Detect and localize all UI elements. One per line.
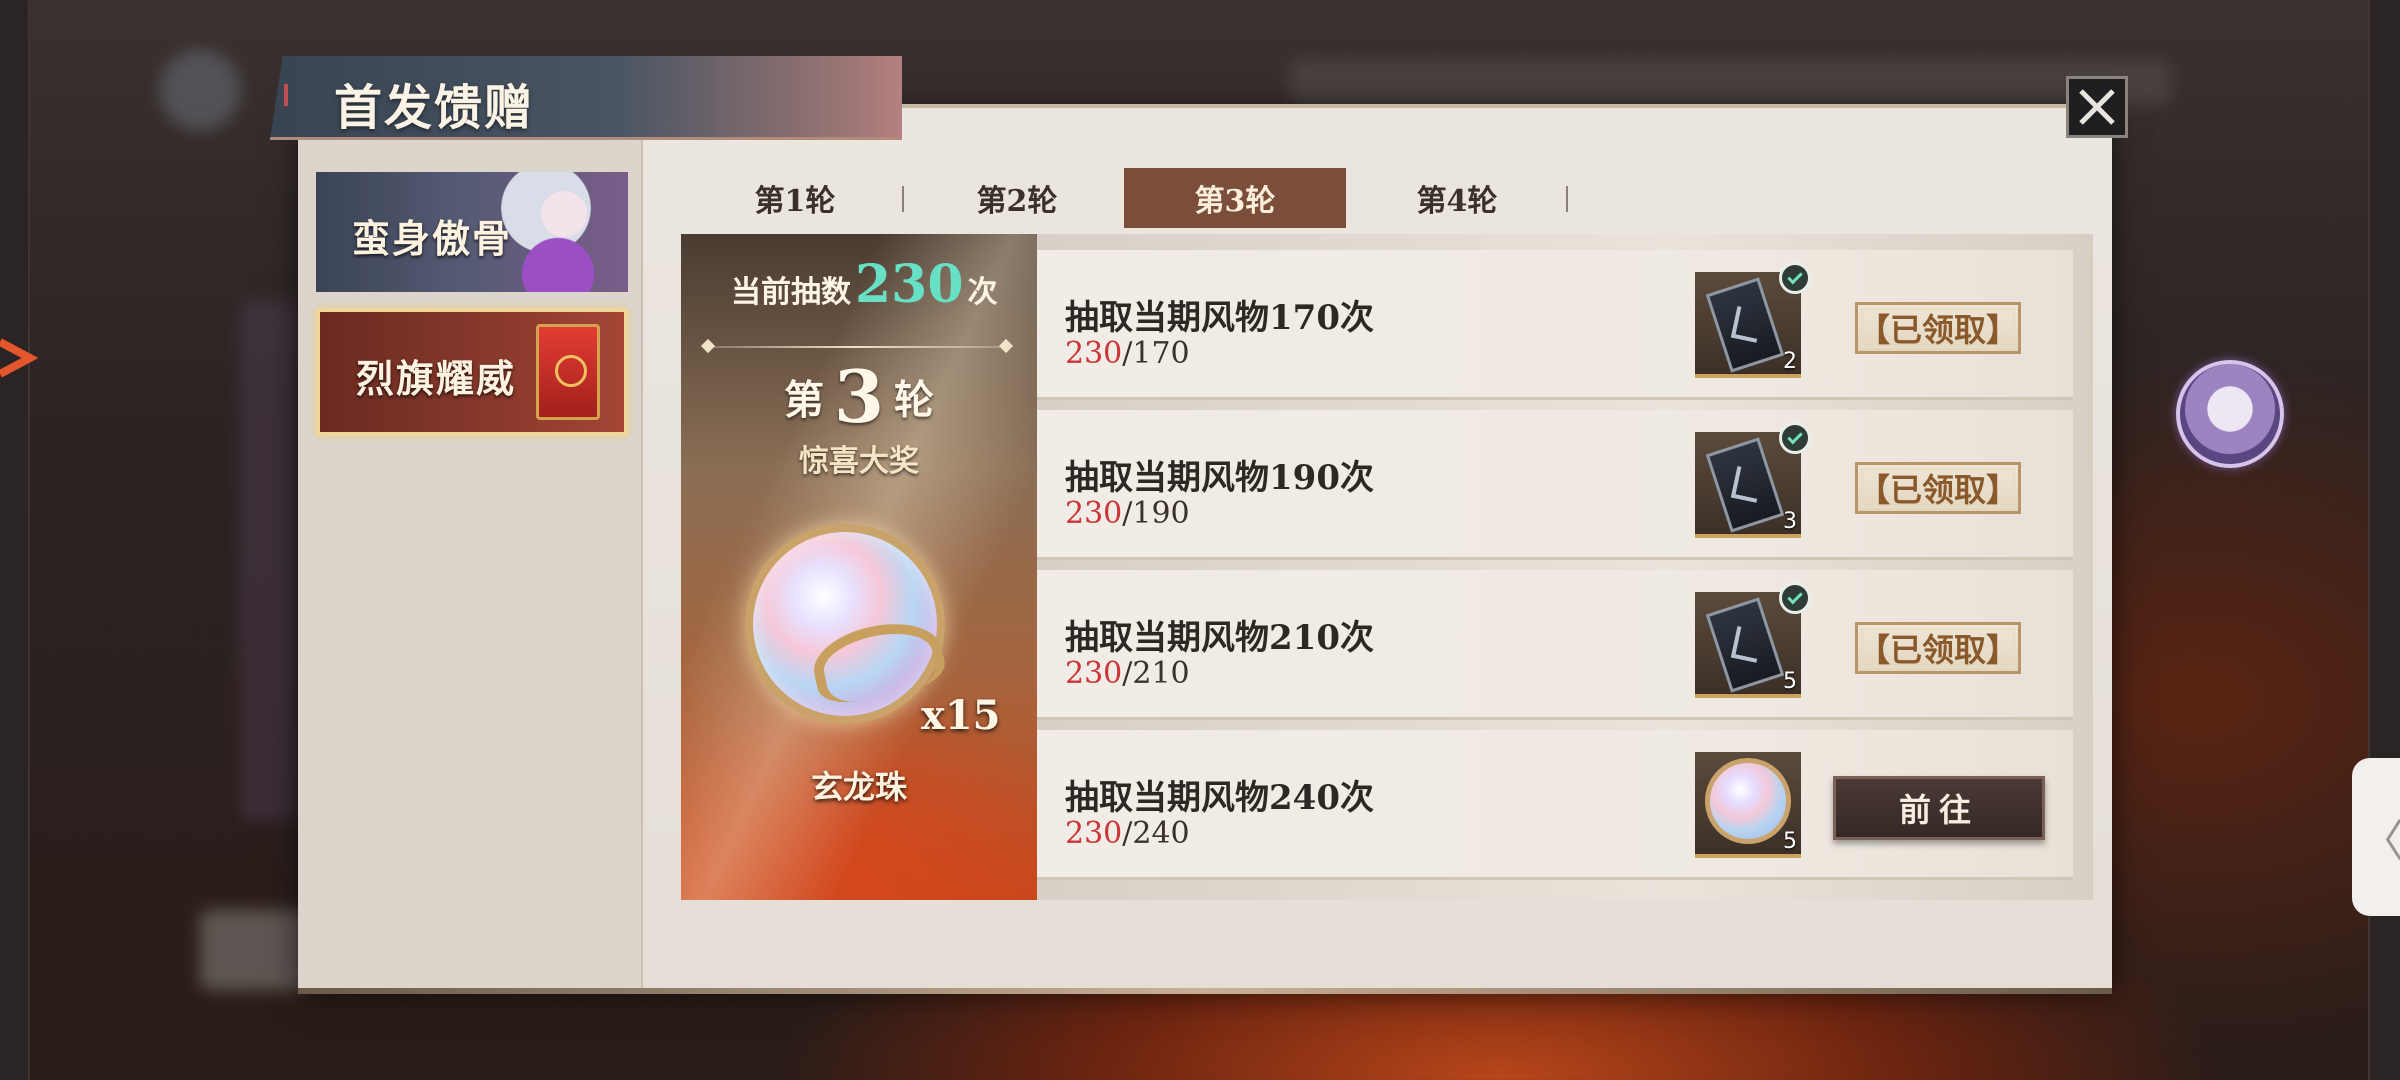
banner-flag-icon [536, 324, 600, 420]
round-number: 3 [833, 354, 885, 439]
task-progress: 230/240 [1065, 816, 1190, 851]
claimed-button: 【已领取】 [1855, 302, 2021, 354]
page-title: 首发馈赠 [334, 80, 535, 136]
task-title: 抽取当期风物190次 [1065, 458, 1374, 498]
list-item: 抽取当期风物240次 230/240 5 前往 [1037, 730, 2073, 880]
left-screen-edge [0, 0, 30, 1080]
sidebar-item-label: 蛮身傲骨 [352, 216, 513, 261]
task-progress: 230/190 [1065, 496, 1190, 531]
reward-count: 3 [1783, 509, 1797, 534]
claimed-button: 【已领取】 [1855, 462, 2021, 514]
round-word: 轮 [894, 376, 935, 424]
divider [707, 346, 1007, 348]
progress-target: /170 [1122, 336, 1190, 371]
round-label: 第3轮 [681, 354, 1037, 439]
scroll-icon [1705, 597, 1785, 693]
scroll-icon [1705, 437, 1785, 533]
tab-divider [1566, 186, 1568, 212]
dragon-orb-icon[interactable] [745, 524, 945, 724]
progress-current: 230 [1065, 336, 1123, 371]
title-mark [284, 84, 288, 106]
reward-count: 5 [1783, 829, 1797, 854]
background-blur [240, 300, 300, 820]
reward-count: 5 [1783, 669, 1797, 694]
sidebar-item-lieqi[interactable]: 烈旗耀威 [316, 308, 628, 436]
character-avatar-button[interactable] [2176, 360, 2284, 468]
tab-round-1[interactable]: 第1轮 [684, 168, 906, 228]
goto-button[interactable]: 前往 [1833, 776, 2045, 840]
progress-target: /240 [1122, 816, 1190, 851]
progress-target: /210 [1122, 656, 1190, 691]
list-item: 抽取当期风物170次 230/170 2 【已领取】 [1037, 250, 2073, 400]
progress-target: /190 [1122, 496, 1190, 531]
tab-round-2[interactable]: 第2轮 [906, 168, 1128, 228]
sidebar-item-manshen[interactable]: 蛮身傲骨 [316, 172, 628, 292]
title-banner: 首发馈赠 [270, 56, 902, 140]
background-blur [160, 50, 240, 130]
draws-value: 230 [855, 254, 964, 315]
scroll-icon [1705, 277, 1785, 373]
list-item: 抽取当期风物190次 230/190 3 【已领取】 [1037, 410, 2073, 560]
sidebar-item-label: 烈旗耀威 [356, 356, 517, 401]
task-list: 抽取当期风物170次 230/170 2 【已领取】 抽取当期风物190次 23… [1037, 234, 2093, 900]
list-item: 抽取当期风物210次 230/210 5 【已领取】 [1037, 570, 2073, 720]
collapse-panel-tab[interactable]: 〈 [2352, 758, 2400, 916]
claimed-button: 【已领取】 [1855, 622, 2021, 674]
round-word: 第 [783, 376, 824, 424]
progress-current: 230 [1065, 496, 1123, 531]
draws-suffix: 次 [967, 275, 998, 310]
close-button[interactable] [2066, 76, 2128, 138]
draws-prefix: 当前抽数 [731, 275, 851, 310]
tab-round-4[interactable]: 第4轮 [1346, 168, 1568, 228]
prize-subtitle: 惊喜大奖 [799, 444, 919, 479]
tab-round-3[interactable]: 第3轮 [1124, 168, 1346, 228]
tab-divider [902, 186, 904, 212]
task-title: 抽取当期风物210次 [1065, 618, 1374, 658]
orb-icon [1705, 758, 1791, 844]
reward-count: 2 [1783, 349, 1797, 374]
progress-current: 230 [1065, 656, 1123, 691]
check-icon [1779, 582, 1811, 614]
background-blur [1290, 60, 2170, 104]
character-portrait [498, 172, 618, 292]
current-draws: 当前抽数230 次 [731, 254, 998, 315]
check-icon [1779, 422, 1811, 454]
check-icon [1779, 262, 1811, 294]
reward-item[interactable]: 5 [1695, 752, 1801, 858]
task-title: 抽取当期风物170次 [1065, 298, 1374, 338]
prize-name: 玄龙珠 [810, 768, 907, 806]
prize-quantity: x15 [921, 692, 1001, 739]
grand-prize-panel: 当前抽数230 次 第3轮 惊喜大奖 x15 玄龙珠 [681, 234, 1037, 900]
background-blur [200, 910, 310, 990]
task-title: 抽取当期风物240次 [1065, 778, 1374, 818]
task-progress: 230/210 [1065, 656, 1190, 691]
sidebar: 蛮身傲骨 烈旗耀威 [298, 108, 643, 988]
progress-current: 230 [1065, 816, 1123, 851]
side-arrow-icon [0, 338, 39, 378]
close-icon [2079, 89, 2115, 125]
right-screen-edge [2368, 0, 2400, 1080]
task-progress: 230/170 [1065, 336, 1190, 371]
